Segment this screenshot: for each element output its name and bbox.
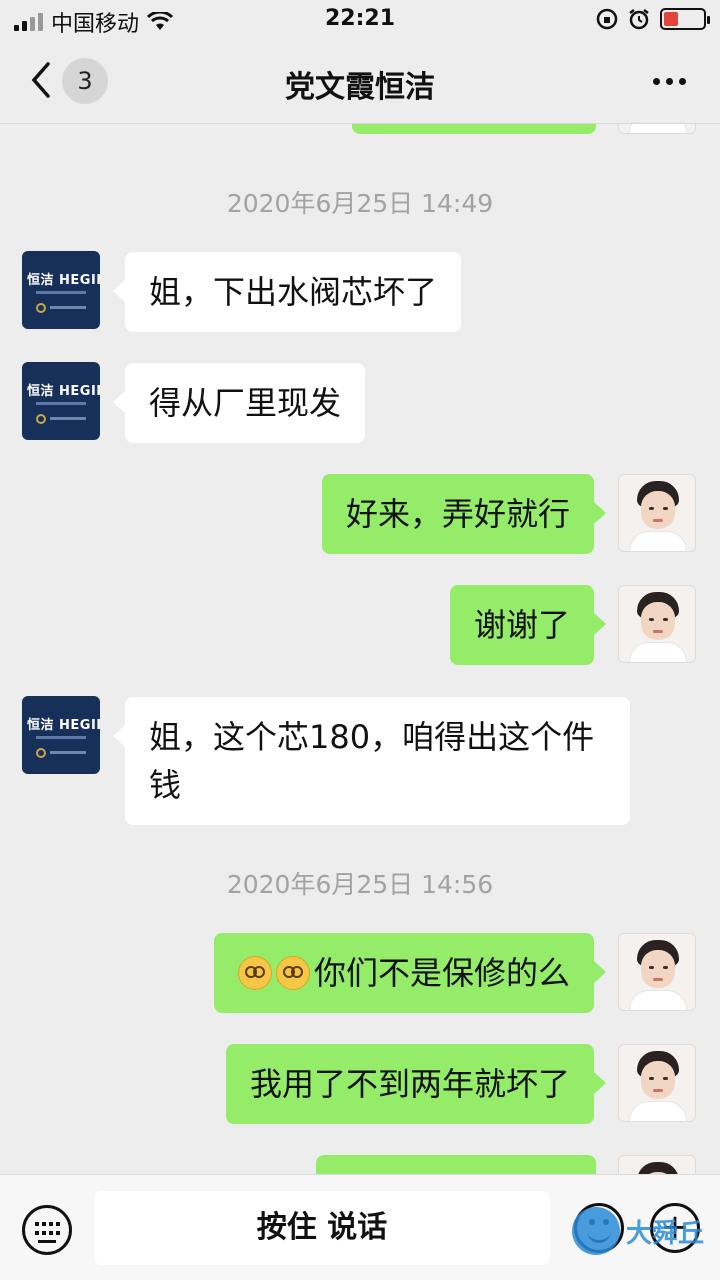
timestamp: 2020年6月25日 14:49 <box>226 189 494 218</box>
chat-title: 党文霞恒洁 <box>285 70 435 105</box>
message-bubble-incoming[interactable]: 姐，这个芯180，咱得出这个件钱 <box>113 697 630 825</box>
emoji-icon <box>275 956 310 990</box>
message-bubble-incoming[interactable]: 姐，下出水阀芯坏了 <box>112 252 462 332</box>
chat-header: 3 党文霞恒洁 <box>0 40 720 124</box>
user-avatar[interactable] <box>618 1155 696 1174</box>
more-options-icon[interactable] <box>653 78 686 85</box>
message-bubble-outgoing[interactable] <box>316 1155 596 1174</box>
message-bubble-outgoing[interactable] <box>352 124 596 134</box>
user-avatar[interactable] <box>618 585 696 663</box>
watermark: 大舜丘 <box>572 1207 704 1255</box>
input-bar: 按住 说话 + 大舜丘 <box>0 1174 720 1280</box>
message-bubble-incoming[interactable]: 得从厂里现发 <box>112 363 366 443</box>
message-text: 你们不是保修的么 <box>313 954 570 992</box>
timestamp: 2020年6月25日 14:56 <box>226 870 494 899</box>
rotation-lock-icon <box>596 8 618 30</box>
user-avatar[interactable] <box>618 1044 696 1122</box>
message-bubble-outgoing[interactable]: 我用了不到两年就坏了 <box>225 1044 607 1124</box>
contact-avatar[interactable]: 恒洁 HEGII <box>22 362 100 440</box>
hold-to-talk-button[interactable]: 按住 说话 <box>94 1191 550 1265</box>
brand-logo: 恒洁 HEGII <box>27 273 100 288</box>
user-avatar[interactable] <box>618 124 696 134</box>
battery-icon <box>660 8 710 30</box>
message-list[interactable]: 2020年6月25日 14:49 恒洁 HEGII 姐，下出水阀芯坏了 恒洁 H… <box>0 124 720 1174</box>
contact-avatar[interactable]: 恒洁 HEGII <box>22 251 100 329</box>
emoji-icon <box>237 956 272 990</box>
keyboard-toggle-icon[interactable] <box>22 1205 72 1255</box>
contact-avatar[interactable]: 恒洁 HEGII <box>22 696 100 774</box>
status-bar: 中国移动 22:21 <box>0 0 720 40</box>
watermark-text: 大舜丘 <box>626 1218 705 1249</box>
message-bubble-outgoing[interactable]: 好来，弄好就行 <box>321 474 607 554</box>
alarm-icon <box>629 9 649 30</box>
user-avatar[interactable] <box>618 474 696 552</box>
watermark-logo-icon <box>572 1207 620 1255</box>
status-right <box>596 8 710 30</box>
user-avatar[interactable] <box>618 933 696 1011</box>
message-bubble-outgoing[interactable]: 谢谢了 <box>449 585 607 665</box>
message-bubble-outgoing[interactable]: 你们不是保修的么 <box>213 933 607 1013</box>
brand-logo: 恒洁 HEGII <box>27 718 100 733</box>
brand-logo: 恒洁 HEGII <box>27 384 100 399</box>
